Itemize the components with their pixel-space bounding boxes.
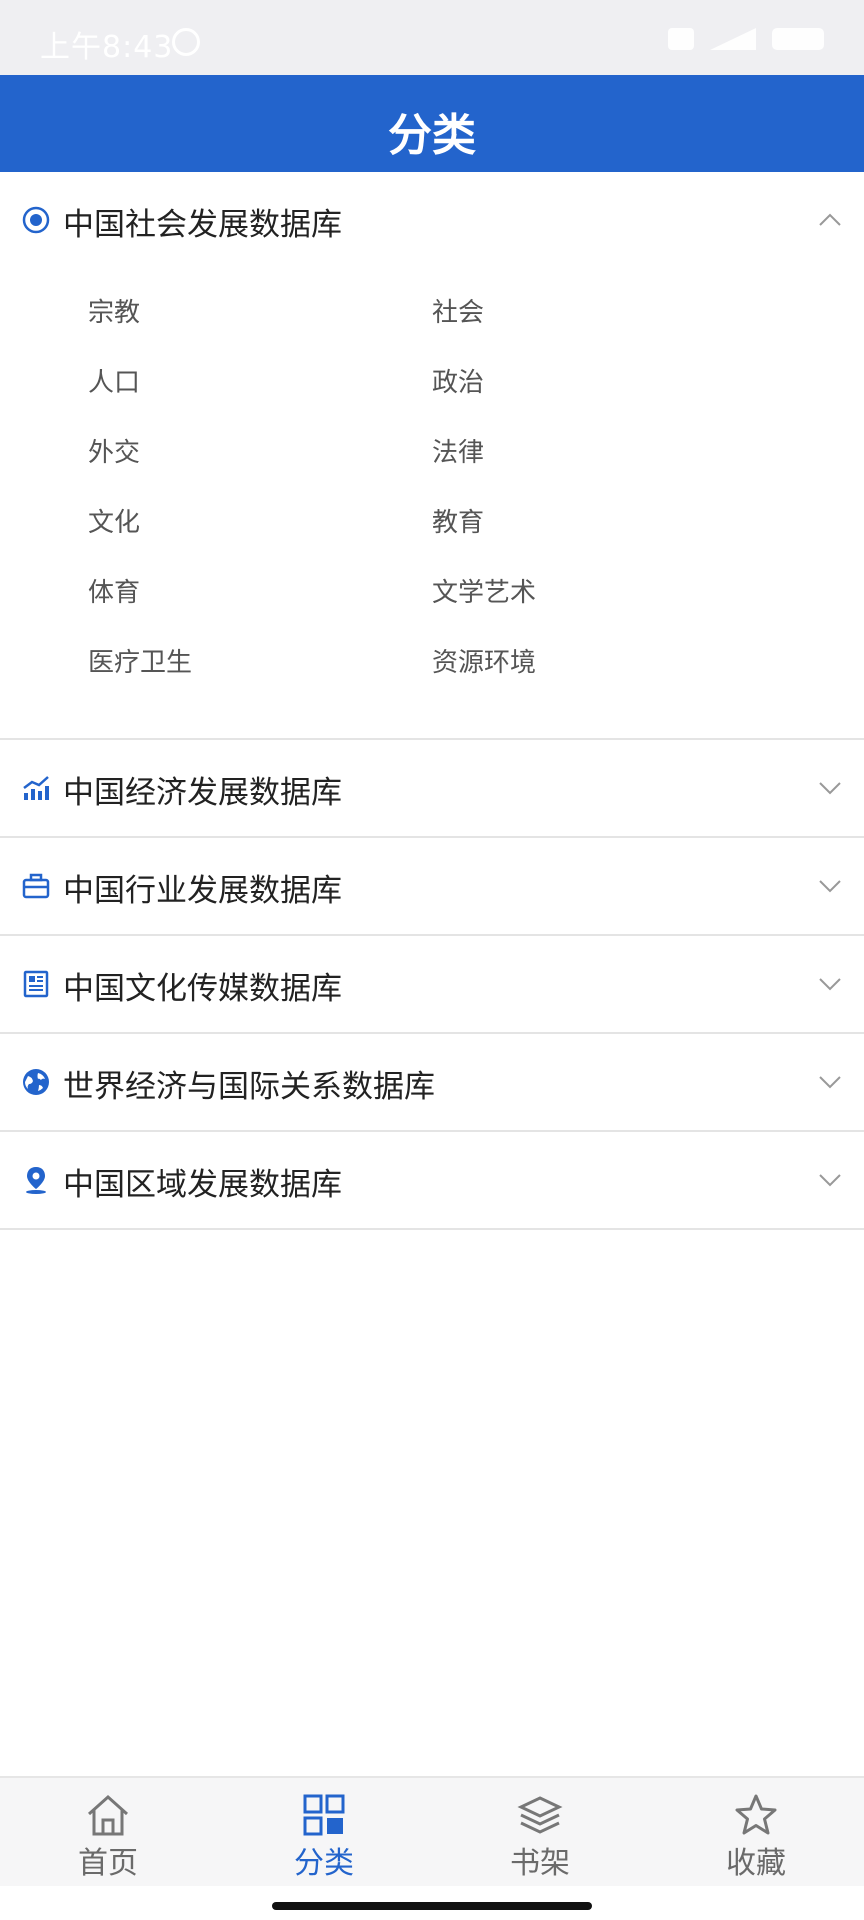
chevron-down-icon[interactable] (818, 1168, 842, 1192)
home-icon (87, 1794, 129, 1836)
chevron-down-icon[interactable] (818, 776, 842, 800)
chevron-down-icon[interactable] (818, 972, 842, 996)
subcategory-item[interactable]: 法律 (432, 418, 776, 488)
section-title: 中国经济发展数据库 (63, 775, 342, 811)
section-header-region[interactable]: 中国区域发展数据库 (0, 1132, 864, 1228)
tab-bookshelf[interactable]: 书架 (432, 1778, 648, 1886)
section-society: 中国社会发展数据库 宗教 社会 人口 政治 外交 法律 文化 教育 体育 文学艺… (0, 172, 864, 740)
section-header-economy[interactable]: 中国经济发展数据库 (0, 740, 864, 836)
status-bar: 上午8:43 (0, 0, 864, 75)
subcategory-item[interactable]: 教育 (432, 488, 776, 558)
star-icon (735, 1794, 777, 1835)
location-pin-icon (26, 1167, 46, 1194)
home-indicator[interactable] (272, 1902, 592, 1910)
subcategory-item[interactable]: 医疗卫生 (88, 628, 432, 698)
section-title: 世界经济与国际关系数据库 (63, 1069, 435, 1105)
subcategory-item[interactable]: 社会 (432, 278, 776, 348)
world-globe-icon (23, 1069, 49, 1095)
section-title: 中国文化传媒数据库 (63, 971, 342, 1007)
section-world-economy: 世界经济与国际关系数据库 (0, 1034, 864, 1132)
tab-label: 分类 (294, 1846, 354, 1881)
tab-label: 书架 (510, 1846, 570, 1881)
tab-home[interactable]: 首页 (0, 1778, 216, 1886)
section-header-society[interactable]: 中国社会发展数据库 (0, 172, 864, 268)
section-culture-media: 中国文化传媒数据库 (0, 936, 864, 1034)
battery-icon (772, 28, 824, 50)
section-title: 中国区域发展数据库 (63, 1167, 342, 1203)
section-header-industry[interactable]: 中国行业发展数据库 (0, 838, 864, 934)
hd-icon (668, 28, 694, 50)
subcategory-item[interactable]: 资源环境 (432, 628, 776, 698)
alarm-icon (172, 28, 200, 56)
section-title: 中国社会发展数据库 (63, 207, 342, 243)
subcategory-item[interactable]: 宗教 (88, 278, 432, 348)
chevron-down-icon[interactable] (818, 874, 842, 898)
subcategory-item[interactable]: 外交 (88, 418, 432, 488)
section-header-culture-media[interactable]: 中国文化传媒数据库 (0, 936, 864, 1032)
status-time: 上午8:43 (40, 30, 174, 65)
section-region: 中国区域发展数据库 (0, 1132, 864, 1230)
section-economy: 中国经济发展数据库 (0, 740, 864, 838)
subcategory-item[interactable]: 人口 (88, 348, 432, 418)
newspaper-icon (23, 970, 49, 998)
tab-label: 收藏 (726, 1846, 786, 1881)
subcategory-item[interactable]: 文化 (88, 488, 432, 558)
status-indicators (668, 28, 824, 50)
chevron-up-icon[interactable] (818, 208, 842, 232)
category-list: 中国社会发展数据库 宗教 社会 人口 政治 外交 法律 文化 教育 体育 文学艺… (0, 172, 864, 1230)
tab-label: 首页 (78, 1846, 138, 1881)
tab-category[interactable]: 分类 (216, 1778, 432, 1886)
subcategory-item[interactable]: 文学艺术 (432, 558, 776, 628)
signal-icon (710, 28, 756, 50)
briefcase-icon (22, 873, 50, 899)
section-header-world-economy[interactable]: 世界经济与国际关系数据库 (0, 1034, 864, 1130)
layers-icon (517, 1796, 563, 1834)
chevron-down-icon[interactable] (818, 1070, 842, 1094)
subcategory-item[interactable]: 政治 (432, 348, 776, 418)
category-grid-icon (303, 1794, 345, 1836)
trend-chart-icon (23, 776, 49, 800)
section-title: 中国行业发展数据库 (63, 873, 342, 909)
page-title: 分类 (388, 110, 476, 161)
bottom-tab-bar: 首页 分类 书架 收藏 (0, 1776, 864, 1886)
tab-favorites[interactable]: 收藏 (648, 1778, 864, 1886)
title-bar: 分类 (0, 75, 864, 172)
subcategory-item[interactable]: 体育 (88, 558, 432, 628)
subcategory-grid: 宗教 社会 人口 政治 外交 法律 文化 教育 体育 文学艺术 医疗卫生 资源环… (0, 268, 864, 738)
society-globe-icon (22, 206, 50, 234)
section-industry: 中国行业发展数据库 (0, 838, 864, 936)
